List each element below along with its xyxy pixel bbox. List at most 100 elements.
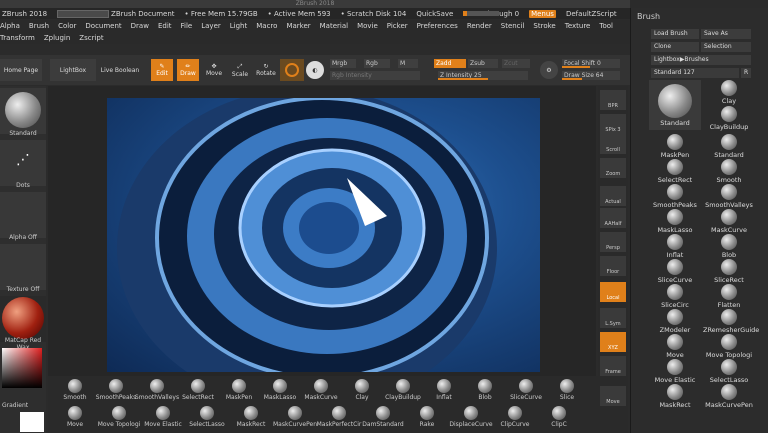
- default-zscript[interactable]: DefaultZScript: [566, 10, 617, 18]
- save-as-button[interactable]: Save As: [701, 29, 751, 39]
- palette-brush-zremesherguide[interactable]: ZRemesherGuide: [703, 309, 759, 334]
- clone-button[interactable]: Clone: [651, 42, 699, 52]
- menu-material[interactable]: Material: [320, 22, 348, 30]
- menu-light[interactable]: Light: [230, 22, 247, 30]
- bottom-brush-maskcurve[interactable]: MaskCurve: [298, 379, 344, 401]
- z-intensity-slider[interactable]: Z Intensity 25: [438, 71, 528, 80]
- shelf-persp[interactable]: Persp: [600, 232, 626, 252]
- menu-stroke[interactable]: Stroke: [533, 22, 555, 30]
- menu-picker[interactable]: Picker: [387, 22, 408, 30]
- rotate-button[interactable]: ↻ Rotate: [255, 59, 277, 81]
- draw-size-slider[interactable]: Draw Size 64: [562, 71, 620, 80]
- menu-document[interactable]: Document: [85, 22, 121, 30]
- bottom-brush-inflat[interactable]: Inflat: [421, 379, 467, 401]
- bottom-brush-rake[interactable]: Rake: [404, 406, 450, 428]
- rgb-intensity-slider[interactable]: Rgb Intensity: [330, 71, 420, 80]
- menu-draw[interactable]: Draw: [131, 22, 149, 30]
- load-brush-button[interactable]: Load Brush: [651, 29, 699, 39]
- brush-slider[interactable]: Standard 127: [651, 68, 739, 78]
- menus-toggle[interactable]: Menus: [529, 9, 556, 18]
- zcut-button[interactable]: Zcut: [502, 59, 530, 68]
- texture-thumbnail[interactable]: [0, 244, 46, 290]
- palette-brush-zmodeler[interactable]: ZModeler: [649, 309, 701, 334]
- shelf-xyz[interactable]: XYZ: [600, 332, 626, 352]
- rgb-button[interactable]: Rgb: [364, 59, 390, 68]
- bottom-brush-displacecurve[interactable]: DisplaceCurve: [448, 406, 494, 428]
- edit-button[interactable]: ✎ Edit: [151, 59, 173, 81]
- home-page-button[interactable]: Home Page: [0, 59, 42, 81]
- menu-marker[interactable]: Marker: [286, 22, 310, 30]
- shelf-move[interactable]: Move: [600, 386, 626, 406]
- selection-button[interactable]: Selection: [701, 42, 751, 52]
- palette-brush-selectlasso[interactable]: SelectLasso: [703, 359, 755, 384]
- palette-brush-maskcurvepen[interactable]: MaskCurvePen: [703, 384, 755, 409]
- bottom-brush-masklasso[interactable]: MaskLasso: [257, 379, 303, 401]
- palette-brush-flatten[interactable]: Flatten: [703, 284, 755, 309]
- menu-zscript[interactable]: Zscript: [79, 34, 103, 42]
- zadd-button[interactable]: Zadd: [434, 59, 466, 68]
- bottom-brush-maskcurvepen[interactable]: MaskCurvePen: [272, 406, 318, 428]
- palette-brush-standard[interactable]: Standard: [649, 80, 701, 130]
- document-field[interactable]: [57, 9, 110, 18]
- palette-brush-move-topologi[interactable]: Move Topologi: [703, 334, 755, 359]
- palette-brush-selectrect[interactable]: SelectRect: [649, 159, 701, 184]
- bottom-brush-blob[interactable]: Blob: [462, 379, 508, 401]
- menu-brush[interactable]: Brush: [29, 22, 49, 30]
- menu-texture[interactable]: Texture: [565, 22, 591, 30]
- palette-brush-clay[interactable]: Clay: [703, 80, 755, 105]
- color-picker[interactable]: [2, 348, 42, 388]
- bottom-brush-smooth[interactable]: Smooth: [52, 379, 98, 401]
- palette-brush-standard[interactable]: Standard: [703, 134, 755, 159]
- zsub-button[interactable]: Zsub: [468, 59, 498, 68]
- see-through-slider[interactable]: [463, 11, 500, 16]
- shelf-floor[interactable]: Floor: [600, 256, 626, 276]
- stroke-thumbnail[interactable]: ⋰: [0, 140, 46, 186]
- draw-button[interactable]: ✏ Draw: [177, 59, 199, 81]
- bottom-brush-selectrect[interactable]: SelectRect: [175, 379, 221, 401]
- bottom-brush-selectlasso[interactable]: SelectLasso: [184, 406, 230, 428]
- main-color-swatch[interactable]: [20, 412, 44, 432]
- live-boolean-button[interactable]: Live Boolean: [98, 59, 142, 81]
- menu-edit[interactable]: Edit: [158, 22, 172, 30]
- r-button[interactable]: R: [741, 68, 751, 78]
- palette-brush-maskpen[interactable]: MaskPen: [649, 134, 701, 159]
- palette-brush-maskrect[interactable]: MaskRect: [649, 384, 701, 409]
- color-mode-icon[interactable]: ◐: [306, 61, 324, 79]
- menu-render[interactable]: Render: [467, 22, 492, 30]
- menu-zplugin[interactable]: Zplugin: [44, 34, 70, 42]
- palette-brush-smooth[interactable]: Smooth: [703, 159, 755, 184]
- palette-brush-maskcurve[interactable]: MaskCurve: [703, 209, 755, 234]
- quicksave-button[interactable]: QuickSave: [416, 10, 453, 18]
- menu-alpha[interactable]: Alpha: [0, 22, 20, 30]
- brush-thumbnail[interactable]: [0, 88, 46, 134]
- palette-brush-smoothvalleys[interactable]: SmoothValleys: [703, 184, 755, 209]
- menu-file[interactable]: File: [181, 22, 193, 30]
- menu-color[interactable]: Color: [58, 22, 76, 30]
- menu-tool[interactable]: Tool: [599, 22, 613, 30]
- bottom-brush-clay[interactable]: Clay: [339, 379, 385, 401]
- palette-brush-slicecirc[interactable]: SliceCirc: [649, 284, 701, 309]
- bottom-brush-maskpen[interactable]: MaskPen: [216, 379, 262, 401]
- lightbox-brushes-button[interactable]: Lightbox▶Brushes: [651, 55, 751, 65]
- bottom-brush-clipc[interactable]: ClipC: [536, 406, 582, 428]
- menu-layer[interactable]: Layer: [201, 22, 221, 30]
- palette-brush-smoothpeaks[interactable]: SmoothPeaks: [649, 184, 701, 209]
- palette-brush-move-elastic[interactable]: Move Elastic: [649, 359, 701, 384]
- brush-settings-icon[interactable]: ⚙: [540, 61, 558, 79]
- mrgb-button[interactable]: Mrgb: [330, 59, 356, 68]
- document-canvas[interactable]: [107, 98, 540, 372]
- shelf-actual[interactable]: Actual: [600, 186, 626, 206]
- palette-brush-slicecurve[interactable]: SliceCurve: [649, 259, 701, 284]
- m-button[interactable]: M: [398, 59, 418, 68]
- shelf-aahalf[interactable]: AAHalf: [600, 208, 626, 228]
- shelf-zoom[interactable]: Zoom: [600, 158, 626, 178]
- bottom-brush-damstandard[interactable]: DamStandard: [360, 406, 406, 428]
- menu-macro[interactable]: Macro: [256, 22, 277, 30]
- shelf-local[interactable]: Local: [600, 282, 626, 302]
- material-swatch[interactable]: [280, 59, 304, 81]
- palette-brush-masklasso[interactable]: MaskLasso: [649, 209, 701, 234]
- focal-shift-slider[interactable]: Focal Shift 0: [562, 59, 620, 68]
- bottom-brush-slicecurve[interactable]: SliceCurve: [503, 379, 549, 401]
- alpha-thumbnail[interactable]: [0, 192, 46, 238]
- material-thumbnail[interactable]: [0, 296, 46, 342]
